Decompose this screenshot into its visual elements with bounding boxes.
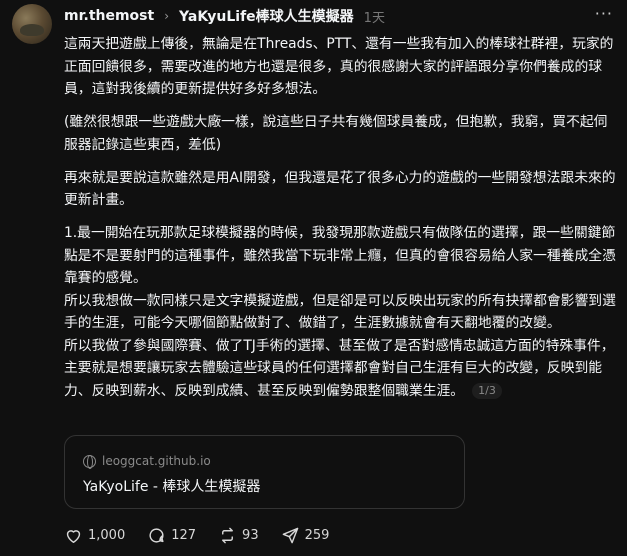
repost-icon bbox=[222, 527, 234, 544]
like-button[interactable]: 1,000 bbox=[64, 526, 125, 545]
post-paragraph: 所以我想做一款同樣只是文字模擬遊戲，但是卻是可以反映出玩家的所有抉擇都會影響到選… bbox=[64, 292, 616, 332]
post-paragraph-last: 所以我做了參與國際賽、做了TJ手術的選擇、甚至做了是否對感情忠誠這方面的特殊事件… bbox=[64, 335, 616, 403]
post-paragraph: (雖然很想跟一些遊戲大廠一樣，說這些日子共有幾個球員養成，但抱歉，我窮，買不起伺… bbox=[64, 114, 608, 153]
repost-count: 93 bbox=[242, 528, 259, 543]
link-preview-card[interactable]: leoggcat.github.io YaKyoLife - 棒球人生模擬器 bbox=[64, 435, 465, 509]
post-paragraph: 再來就是要說這款雖然是用AI開發，但我還是花了很多心力的遊戲的一些開發想法跟未來… bbox=[64, 169, 616, 209]
post-body: 這兩天把遊戲上傳後，無論是在Threads、PTT、還有一些我有加入的棒球社群裡… bbox=[64, 33, 616, 402]
username-link[interactable]: mr.themost bbox=[64, 8, 154, 24]
comment-button[interactable]: 127 bbox=[147, 526, 196, 545]
repost-button[interactable]: 93 bbox=[218, 526, 259, 545]
post-paragraph: 1.最一開始在玩那款足球模擬器的時候，我發現那款遊戲只有做隊伍的選擇，跟一些關鍵… bbox=[64, 225, 616, 286]
heart-icon bbox=[66, 530, 81, 543]
more-options-icon[interactable]: ··· bbox=[595, 4, 613, 23]
post-paragraph-text: 所以我做了參與國際賽、做了TJ手術的選擇、甚至做了是否對感情忠誠這方面的特殊事件… bbox=[64, 337, 615, 399]
like-count: 1,000 bbox=[88, 528, 126, 543]
share-count: 259 bbox=[304, 528, 330, 543]
topic-tag-link[interactable]: YaKyuLife棒球人生模擬器 bbox=[179, 6, 354, 26]
link-domain: leoggcat.github.io bbox=[102, 454, 211, 468]
avatar[interactable] bbox=[12, 4, 52, 44]
chevron-right-icon: › bbox=[164, 9, 170, 23]
link-domain-row: leoggcat.github.io bbox=[83, 454, 211, 469]
comment-icon bbox=[149, 528, 164, 543]
share-button[interactable]: 259 bbox=[281, 526, 330, 545]
comment-count: 127 bbox=[171, 528, 197, 543]
action-bar: 1,000 127 93 259 bbox=[64, 526, 329, 545]
post-paragraph: 這兩天把遊戲上傳後，無論是在Threads、PTT、還有一些我有加入的棒球社群裡… bbox=[64, 36, 614, 97]
post-timestamp[interactable]: 1天 bbox=[364, 7, 385, 26]
link-title: YaKyoLife - 棒球人生模擬器 bbox=[83, 479, 261, 495]
send-icon bbox=[282, 527, 298, 544]
page-indicator-badge: 1/3 bbox=[472, 382, 502, 399]
post-header: mr.themost › YaKyuLife棒球人生模擬器 1天 bbox=[64, 6, 587, 26]
globe-icon bbox=[83, 454, 96, 469]
thread-post: mr.themost › YaKyuLife棒球人生模擬器 1天 ··· 這兩天… bbox=[0, 0, 627, 556]
